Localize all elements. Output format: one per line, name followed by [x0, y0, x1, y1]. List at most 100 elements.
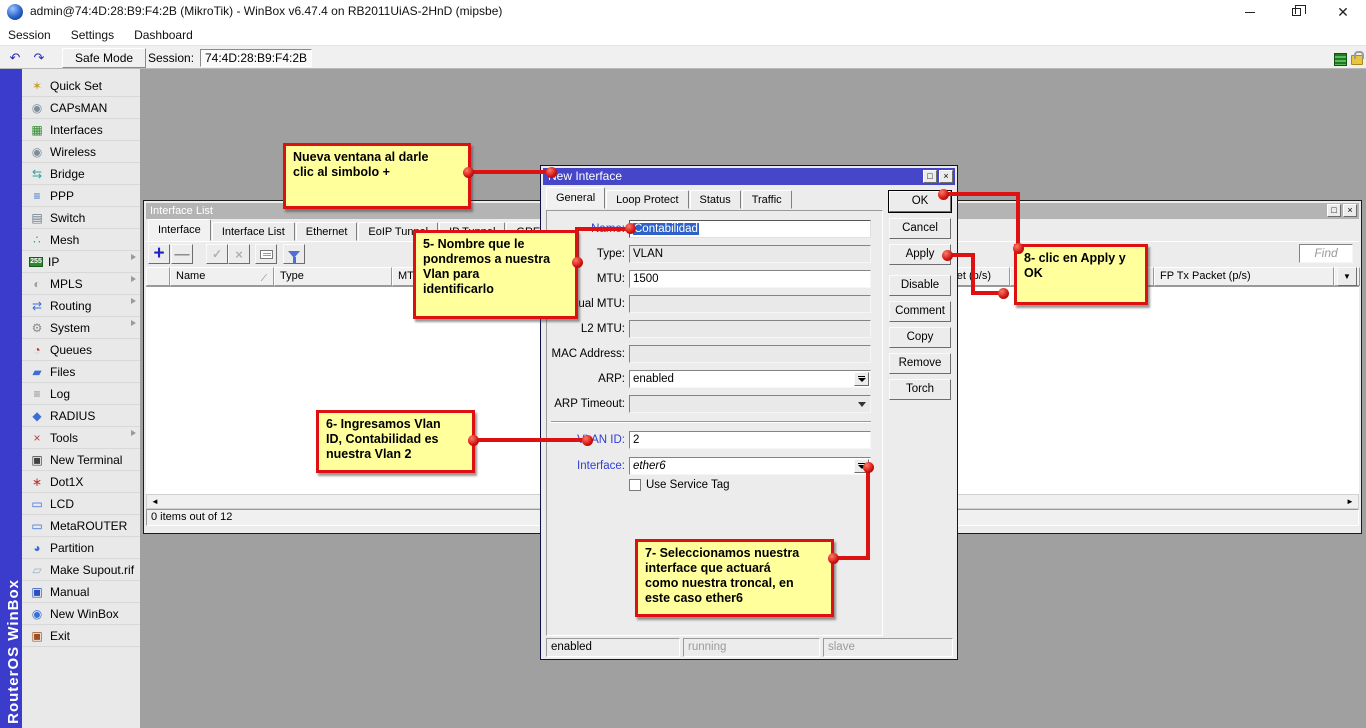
- sidebar-item-files[interactable]: ▰Files: [22, 361, 140, 383]
- dialog-titlebar[interactable]: New Interface □ ×: [543, 168, 955, 185]
- column-header-type[interactable]: Type: [274, 267, 392, 286]
- remove-button[interactable]: —: [171, 244, 193, 264]
- sidebar-item-tools[interactable]: ×Tools: [22, 427, 140, 449]
- terminal-icon: ▣: [29, 453, 45, 467]
- submenu-arrow-icon: [131, 254, 136, 260]
- routing-icon: ⇄: [29, 299, 45, 313]
- callout-connector-dot: [828, 553, 839, 564]
- interface-input[interactable]: ether6: [629, 457, 871, 475]
- sidebar-item-ppp[interactable]: ≡PPP: [22, 185, 140, 207]
- sidebar-item-radius[interactable]: ◆RADIUS: [22, 405, 140, 427]
- find-button[interactable]: Find: [1299, 244, 1353, 263]
- sidebar-item-lcd[interactable]: ▭LCD: [22, 493, 140, 515]
- cancel-button[interactable]: Cancel: [889, 218, 951, 239]
- sidebar-item-label: Queues: [50, 343, 92, 357]
- sidebar-item-interfaces[interactable]: ▦Interfaces: [22, 119, 140, 141]
- restore-button[interactable]: [1279, 0, 1313, 24]
- enable-button[interactable]: ✓: [206, 244, 228, 264]
- comment-button[interactable]: [255, 244, 277, 264]
- dropdown-button[interactable]: [854, 372, 869, 386]
- safe-mode-button[interactable]: Safe Mode: [62, 48, 146, 68]
- tab-interface[interactable]: Interface: [148, 219, 211, 241]
- comment-button[interactable]: Comment: [889, 301, 951, 322]
- sidebar-item-bridge[interactable]: ⇆Bridge: [22, 163, 140, 185]
- menu-item-dashboard[interactable]: Dashboard: [134, 28, 193, 42]
- chevron-down-icon[interactable]: [858, 402, 866, 407]
- sidebar-item-wireless[interactable]: ◉Wireless: [22, 141, 140, 163]
- tab-interface-list[interactable]: Interface List: [212, 222, 295, 241]
- interfaces-icon: ▦: [29, 123, 45, 137]
- sidebar-item-exit[interactable]: ▣Exit: [22, 625, 140, 647]
- redo-button[interactable]: ↷: [28, 48, 50, 67]
- arp-input[interactable]: enabled: [629, 370, 871, 388]
- use-service-tag-checkbox[interactable]: [629, 479, 641, 491]
- menu-item-settings[interactable]: Settings: [71, 28, 114, 42]
- sidebar-item-metarouter[interactable]: ▭MetaROUTER: [22, 515, 140, 537]
- l2-mtu-input[interactable]: [629, 320, 871, 338]
- session-value[interactable]: 74:4D:28:B9:F4:2B: [200, 49, 312, 67]
- form-separator: [551, 421, 871, 423]
- dialog-tabs: GeneralLoop ProtectStatusTraffic: [546, 188, 793, 209]
- dialog-tab-loop-protect[interactable]: Loop Protect: [606, 190, 688, 209]
- type-input[interactable]: VLAN: [629, 245, 871, 263]
- minimize-button[interactable]: [1233, 0, 1267, 24]
- close-icon: ×: [1347, 205, 1352, 215]
- column-select-button[interactable]: ▼: [1337, 267, 1357, 286]
- interface-list-close-button[interactable]: ×: [1343, 204, 1357, 217]
- sidebar-item-manual[interactable]: ▣Manual: [22, 581, 140, 603]
- sidebar-item-dot1x[interactable]: ∗Dot1X: [22, 471, 140, 493]
- sidebar-item-new-terminal[interactable]: ▣New Terminal: [22, 449, 140, 471]
- add-button[interactable]: +: [148, 244, 170, 264]
- undo-button[interactable]: ↶: [4, 48, 26, 67]
- sidebar-item-mesh[interactable]: ∴ Mesh: [22, 229, 140, 251]
- dialog-status-slave: slave: [823, 638, 953, 657]
- winbox-icon: ◉: [29, 607, 45, 621]
- filter-button[interactable]: [283, 244, 305, 264]
- actual-mtu-input[interactable]: [629, 295, 871, 313]
- remove-button[interactable]: Remove: [889, 353, 951, 374]
- dialog-maximize-button[interactable]: □: [923, 170, 937, 183]
- sidebar-item-capsman[interactable]: ◉CAPsMAN: [22, 97, 140, 119]
- column-header-fp_tx_packet[interactable]: FP Tx Packet (p/s): [1154, 267, 1334, 286]
- sidebar-item-make-supout-rif[interactable]: ▱Make Supout.rif: [22, 559, 140, 581]
- dialog-tab-status[interactable]: Status: [690, 190, 741, 209]
- sort-asc-icon: ∕: [263, 270, 265, 286]
- disable-button[interactable]: ×: [228, 244, 250, 264]
- menu-item-session[interactable]: Session: [8, 28, 51, 42]
- sidebar-item-log[interactable]: ≡Log: [22, 383, 140, 405]
- minimize-icon: [1245, 12, 1255, 13]
- dialog-close-button[interactable]: ×: [939, 170, 953, 183]
- copy-button[interactable]: Copy: [889, 327, 951, 348]
- sidebar-item-switch[interactable]: ▤Switch: [22, 207, 140, 229]
- scroll-left-icon[interactable]: ◄: [148, 496, 162, 508]
- lcd-icon: ▭: [29, 497, 45, 511]
- sidebar-item-routing[interactable]: ⇄Routing: [22, 295, 140, 317]
- mac-address-input[interactable]: [629, 345, 871, 363]
- dialog-tab-traffic[interactable]: Traffic: [742, 190, 792, 209]
- dialog-tab-general[interactable]: General: [546, 187, 605, 209]
- sidebar-item-partition[interactable]: ◕Partition: [22, 537, 140, 559]
- mtu-input[interactable]: 1500: [629, 270, 871, 288]
- mesh-icon: ∴: [29, 233, 45, 247]
- disable-button[interactable]: Disable: [889, 275, 951, 296]
- sidebar-item-mpls[interactable]: ◐MPLS: [22, 273, 140, 295]
- vlan-id-input[interactable]: 2: [629, 431, 871, 449]
- tab-ethernet[interactable]: Ethernet: [296, 222, 358, 241]
- sidebar-item-ip[interactable]: 255IP: [22, 251, 140, 273]
- scroll-right-icon[interactable]: ►: [1343, 496, 1357, 508]
- submenu-arrow-icon: [131, 430, 136, 436]
- tools-icon: ×: [29, 431, 45, 445]
- arp-timeout-input[interactable]: [629, 395, 871, 413]
- torch-button[interactable]: Torch: [889, 379, 951, 400]
- dialog-status-running: running: [683, 638, 820, 657]
- close-button[interactable]: ✕: [1326, 0, 1360, 24]
- sidebar-item-quick-set[interactable]: ✶Quick Set: [22, 75, 140, 97]
- name-input[interactable]: Contabilidad: [629, 220, 871, 238]
- sidebar-item-new-winbox[interactable]: ◉New WinBox: [22, 603, 140, 625]
- sidebar-item-system[interactable]: ⚙System: [22, 317, 140, 339]
- files-icon: ▰: [29, 365, 45, 379]
- interface-list-maximize-button[interactable]: □: [1327, 204, 1341, 217]
- sidebar-item-label: Mesh: [50, 233, 79, 247]
- column-header-name[interactable]: Name∕: [170, 267, 274, 286]
- sidebar-item-queues[interactable]: ◔Queues: [22, 339, 140, 361]
